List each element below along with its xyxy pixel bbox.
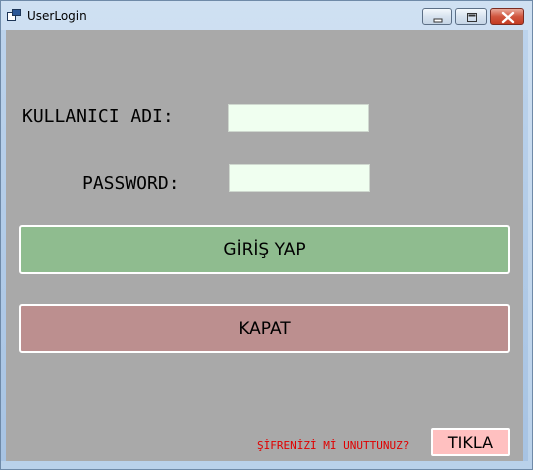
minimize-icon — [433, 18, 443, 23]
maximize-icon — [467, 13, 477, 22]
close-window-button[interactable] — [490, 8, 524, 25]
login-button[interactable]: GİRİŞ YAP — [19, 225, 510, 274]
window-title: UserLogin — [27, 9, 87, 23]
username-label: KULLANICI ADI: — [22, 106, 174, 127]
close-button[interactable]: KAPAT — [19, 304, 510, 353]
window-app-icon — [7, 9, 21, 21]
password-input[interactable] — [229, 164, 370, 192]
close-icon — [501, 11, 515, 24]
forgot-password-click-button[interactable]: TIKLA — [431, 428, 510, 456]
minimize-button[interactable] — [422, 8, 452, 25]
userlogin-window: UserLogin KULLANICI ADI: PASSWORD: GİRİŞ… — [0, 0, 533, 470]
username-input[interactable] — [228, 104, 369, 132]
password-label: PASSWORD: — [82, 173, 180, 194]
form-client-area: KULLANICI ADI: PASSWORD: GİRİŞ YAP KAPAT… — [6, 30, 523, 461]
maximize-button[interactable] — [455, 8, 487, 25]
forgot-password-text: ŞİFRENİZİ Mİ UNUTTUNUZ? — [257, 439, 410, 452]
title-bar[interactable]: UserLogin — [1, 1, 532, 29]
window-right-border — [523, 30, 528, 461]
